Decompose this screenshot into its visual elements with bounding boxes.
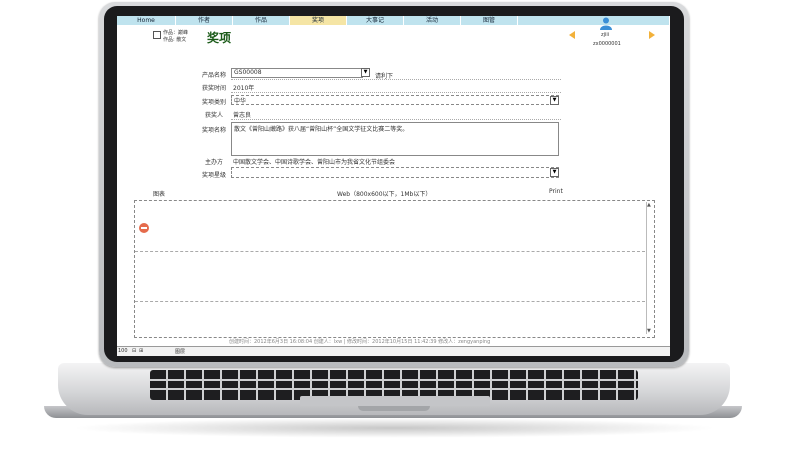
zoom-in-icon[interactable]: ⊞ — [139, 348, 143, 354]
record-icon — [153, 31, 161, 39]
scroll-down-icon[interactable]: ▼ — [647, 328, 651, 334]
organizer-label: 主办方 — [205, 159, 224, 166]
award-name-value: 散文《曾阳山嫩路》获八届“曾阳山杯”全国文学征文比赛二等奖。 — [234, 126, 409, 133]
tab-events[interactable]: 大事记 — [347, 16, 404, 25]
laptop-trackpad — [300, 396, 490, 406]
award-category-label: 奖项类别 — [202, 99, 227, 106]
tab-works[interactable]: 作品 — [233, 16, 290, 25]
award-category-value: 中华 — [234, 98, 247, 105]
tab-image-admin[interactable]: 图管 — [461, 16, 518, 25]
image-editor-panel[interactable] — [134, 200, 655, 338]
award-level-select[interactable] — [231, 167, 559, 178]
user-icon — [600, 17, 612, 30]
tab-activities[interactable]: 活动 — [404, 16, 461, 25]
separator — [231, 119, 561, 120]
award-date-value[interactable]: 2010年 — [233, 83, 254, 92]
keyboard-row-gap — [150, 388, 638, 390]
breadcrumb-line1: 作品：巅峰 — [163, 30, 189, 36]
scroll-up-icon[interactable]: ▲ — [647, 202, 651, 208]
remove-icon[interactable] — [139, 223, 149, 233]
award-name-label: 奖项名称 — [202, 127, 227, 134]
laptop-shadow — [70, 418, 718, 438]
editor-divider — [135, 301, 645, 302]
record-meta: 创建时间：2012年6月3日 16:08:04 创建人：lxw | 修改时间：2… — [229, 339, 491, 345]
award-level-dropdown-icon[interactable]: ▼ — [550, 168, 559, 177]
tab-empty — [518, 16, 670, 25]
layout-mode-label[interactable]: 图层 — [175, 348, 185, 355]
award-level-label: 奖项星级 — [202, 172, 227, 179]
editor-images-label: 图表 — [153, 191, 166, 198]
user-name: zjiii — [601, 32, 610, 38]
product-code-value: GS00008 — [234, 69, 262, 76]
award-category-dropdown-icon[interactable]: ▼ — [550, 96, 559, 105]
zoom-out-icon[interactable]: ⊟ — [132, 348, 136, 354]
editor-web-label: Web（800x600以下，1Mb以下） — [337, 191, 432, 198]
zoom-level[interactable]: 100 — [118, 348, 128, 354]
breadcrumb-line2: 作品: 散文 — [163, 37, 187, 43]
product-code-dropdown-icon[interactable]: ▼ — [361, 68, 370, 77]
organizer-value[interactable]: 中国散文学会、中国诗歌学会、曾阳山市为我省文化节组委会 — [233, 157, 395, 166]
award-category-select[interactable]: 中华 — [231, 95, 559, 105]
tab-awards[interactable]: 奖项 — [290, 16, 347, 25]
tab-authors[interactable]: 作者 — [176, 16, 233, 25]
user-id: zx0000001 — [593, 41, 621, 47]
award-date-label: 获奖时间 — [202, 85, 227, 92]
editor-print-label[interactable]: Print — [549, 188, 563, 195]
app-screen: Home 作者 作品 奖项 大事记 活动 图管 作品：巅峰 作品: 散文 奖项 … — [117, 16, 670, 356]
next-record-arrow-icon[interactable] — [649, 31, 655, 39]
prev-record-arrow-icon[interactable] — [569, 31, 575, 39]
separator — [231, 92, 561, 93]
editor-scrollbar[interactable]: ▲ ▼ — [646, 202, 653, 334]
award-name-textarea[interactable]: 散文《曾阳山嫩路》获八届“曾阳山杯”全国文学征文比赛二等奖。 — [231, 122, 559, 156]
winner-label: 获奖人 — [205, 112, 224, 119]
product-code-label: 产品名称 — [202, 72, 227, 79]
winner-value[interactable]: 曾志良 — [233, 110, 251, 119]
product-code-select[interactable]: GS00008 — [231, 68, 363, 78]
page-title: 奖项 — [207, 31, 232, 45]
top-tab-bar: Home 作者 作品 奖项 大事记 活动 图管 — [117, 16, 670, 25]
tab-home[interactable]: Home — [117, 16, 176, 25]
editor-divider — [135, 251, 645, 252]
keyboard-row-gap — [150, 379, 638, 381]
laptop-notch — [358, 406, 430, 411]
separator — [231, 79, 561, 80]
status-bar: 100 ⊟ ⊞ 图层 — [117, 346, 670, 356]
